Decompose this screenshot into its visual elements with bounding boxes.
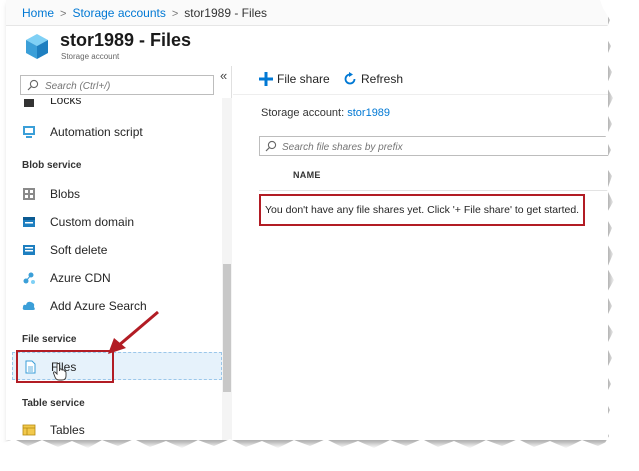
blobs-icon bbox=[23, 188, 35, 200]
torn-edge-bottom bbox=[0, 439, 639, 471]
section-blob-service: Blob service bbox=[22, 160, 82, 171]
plus-icon bbox=[259, 72, 273, 86]
automation-script-icon bbox=[23, 126, 35, 138]
breadcrumb-current: stor1989 - Files bbox=[184, 6, 267, 20]
menu-item-label: Tables bbox=[50, 423, 85, 437]
command-bar: File share Refresh bbox=[233, 66, 608, 95]
storage-account-info: Storage account: stor1989 bbox=[261, 107, 390, 119]
section-file-service: File service bbox=[22, 334, 77, 345]
menu-search-input[interactable] bbox=[43, 77, 212, 95]
menu-search-box[interactable] bbox=[20, 75, 214, 95]
empty-message-highlight-box bbox=[259, 194, 585, 226]
page-subtitle: Storage account bbox=[61, 52, 120, 61]
menu-item-label: Soft delete bbox=[50, 243, 108, 257]
menu-scrollbar-thumb[interactable] bbox=[223, 264, 231, 392]
refresh-icon bbox=[344, 72, 356, 85]
menu-item-azure-cdn[interactable]: Azure CDN bbox=[12, 264, 222, 292]
portal-window: Home > Storage accounts > stor1989 - Files s… bbox=[6, 0, 608, 440]
menu-item-automation-script[interactable]: Automation script bbox=[12, 118, 222, 146]
torn-edge-right bbox=[600, 0, 639, 471]
breadcrumb: Home > Storage accounts > stor1989 - Files bbox=[6, 0, 608, 26]
breadcrumb-home[interactable]: Home bbox=[22, 6, 54, 20]
custom-domain-icon bbox=[23, 217, 35, 227]
menu-item-label: Custom domain bbox=[50, 215, 135, 229]
refresh-label: Refresh bbox=[361, 72, 404, 86]
cdn-icon bbox=[23, 272, 35, 284]
callout-arrow bbox=[108, 310, 159, 354]
search-icon bbox=[27, 79, 39, 91]
add-file-share-button[interactable]: File share bbox=[259, 72, 330, 86]
cloud-search-icon bbox=[22, 301, 35, 310]
header-divider bbox=[259, 190, 608, 191]
menu-item-locks[interactable]: Locks bbox=[12, 98, 222, 114]
menu-item-label: Locks bbox=[50, 98, 82, 107]
breadcrumb-storage-accounts[interactable]: Storage accounts bbox=[72, 6, 165, 20]
menu-item-custom-domain[interactable]: Custom domain bbox=[12, 208, 222, 236]
menu-item-label: Azure CDN bbox=[50, 271, 111, 285]
collapse-panel-button[interactable]: « bbox=[220, 68, 227, 83]
menu-list: Locks Automation script Blob service Blo… bbox=[6, 98, 222, 440]
storage-account-label: Storage account: bbox=[261, 107, 345, 119]
chevron-right-icon: > bbox=[171, 8, 179, 20]
table-icon bbox=[22, 424, 36, 436]
file-share-search-box[interactable] bbox=[259, 136, 608, 156]
refresh-button[interactable]: Refresh bbox=[343, 72, 403, 86]
menu-item-label: Blobs bbox=[50, 187, 81, 201]
menu-item-blobs[interactable]: Blobs bbox=[12, 180, 222, 208]
blade-header: stor1989 - Files Storage account bbox=[6, 26, 608, 66]
soft-delete-icon bbox=[23, 245, 35, 255]
chevron-right-icon: > bbox=[60, 8, 67, 20]
files-highlight-box bbox=[16, 350, 114, 383]
section-table-service: Table service bbox=[22, 398, 85, 409]
add-file-share-label: File share bbox=[277, 72, 330, 86]
file-share-search-input[interactable] bbox=[280, 138, 604, 156]
column-header-name[interactable]: NAME bbox=[293, 170, 321, 180]
menu-item-soft-delete[interactable]: Soft delete bbox=[12, 236, 222, 264]
storage-cube-icon bbox=[26, 34, 48, 59]
lock-icon bbox=[24, 99, 34, 107]
storage-account-link[interactable]: stor1989 bbox=[347, 107, 390, 119]
page-title: stor1989 - Files bbox=[60, 30, 192, 50]
search-icon bbox=[265, 140, 277, 152]
files-content: File share Refresh Storage account: stor… bbox=[233, 66, 608, 440]
resource-menu: « Locks Automation script Blob service B… bbox=[6, 66, 232, 440]
menu-item-label: Automation script bbox=[50, 125, 143, 139]
